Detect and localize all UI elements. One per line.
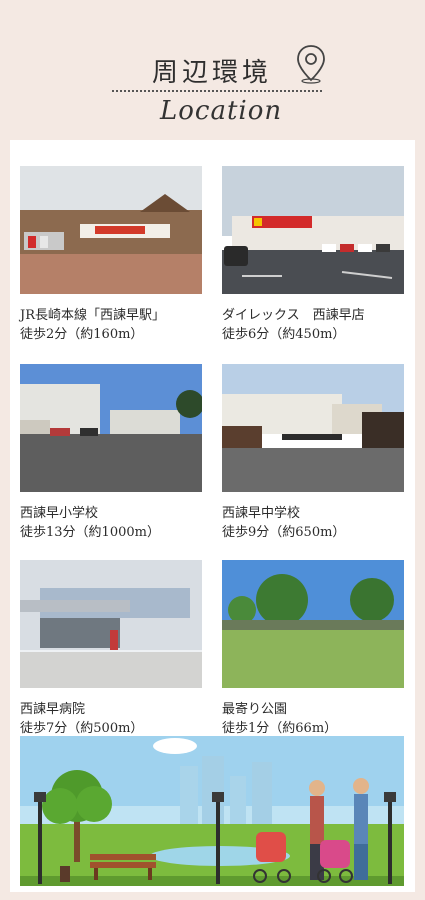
- location-card: JR長崎本線「西諫早駅」 徒歩2分（約160m） ダイレックス 西諫早店 徒歩6…: [10, 140, 415, 892]
- item-name: 西諫早小学校: [20, 506, 99, 521]
- item-distance: 徒歩13分（約1000m）: [20, 525, 160, 540]
- page-subtitle: Location: [160, 96, 283, 126]
- park-illustration: [20, 736, 404, 886]
- hospital-photo: [20, 560, 202, 688]
- item-name: ダイレックス 西諫早店: [222, 308, 365, 323]
- store-photo: [222, 166, 404, 294]
- page: 周辺環境 Location JR長崎本線「西諫早駅」 徒歩2分（約160m） ダ…: [0, 0, 425, 900]
- item-distance: 徒歩6分（約450m）: [222, 327, 346, 342]
- station-photo: [20, 166, 202, 294]
- elementary-school-photo: [20, 364, 204, 492]
- item-distance: 徒歩2分（約160m）: [20, 327, 144, 342]
- junior-high-photo: [222, 364, 404, 492]
- item-distance: 徒歩9分（約650m）: [222, 525, 346, 540]
- list-item[interactable]: 西諫早病院 徒歩7分（約500m）: [20, 560, 202, 738]
- item-name: JR長崎本線「西諫早駅」: [20, 308, 165, 323]
- list-item[interactable]: 西諫早小学校 徒歩13分（約1000m）: [20, 364, 204, 542]
- park-photo: [222, 560, 404, 688]
- item-name: 西諫早病院: [20, 702, 86, 717]
- list-item[interactable]: JR長崎本線「西諫早駅」 徒歩2分（約160m）: [20, 166, 202, 344]
- page-title: 周辺環境: [152, 58, 273, 88]
- list-item[interactable]: ダイレックス 西諫早店 徒歩6分（約450m）: [222, 166, 404, 344]
- dotted-divider: [112, 90, 322, 92]
- item-name: 最寄り公園: [222, 702, 288, 717]
- location-pin-icon: [297, 45, 325, 84]
- list-item[interactable]: 西諫早中学校 徒歩9分（約650m）: [222, 364, 404, 542]
- header: 周辺環境 Location: [0, 0, 425, 140]
- list-item[interactable]: 最寄り公園 徒歩1分（約66m）: [222, 560, 404, 738]
- item-name: 西諫早中学校: [222, 506, 301, 521]
